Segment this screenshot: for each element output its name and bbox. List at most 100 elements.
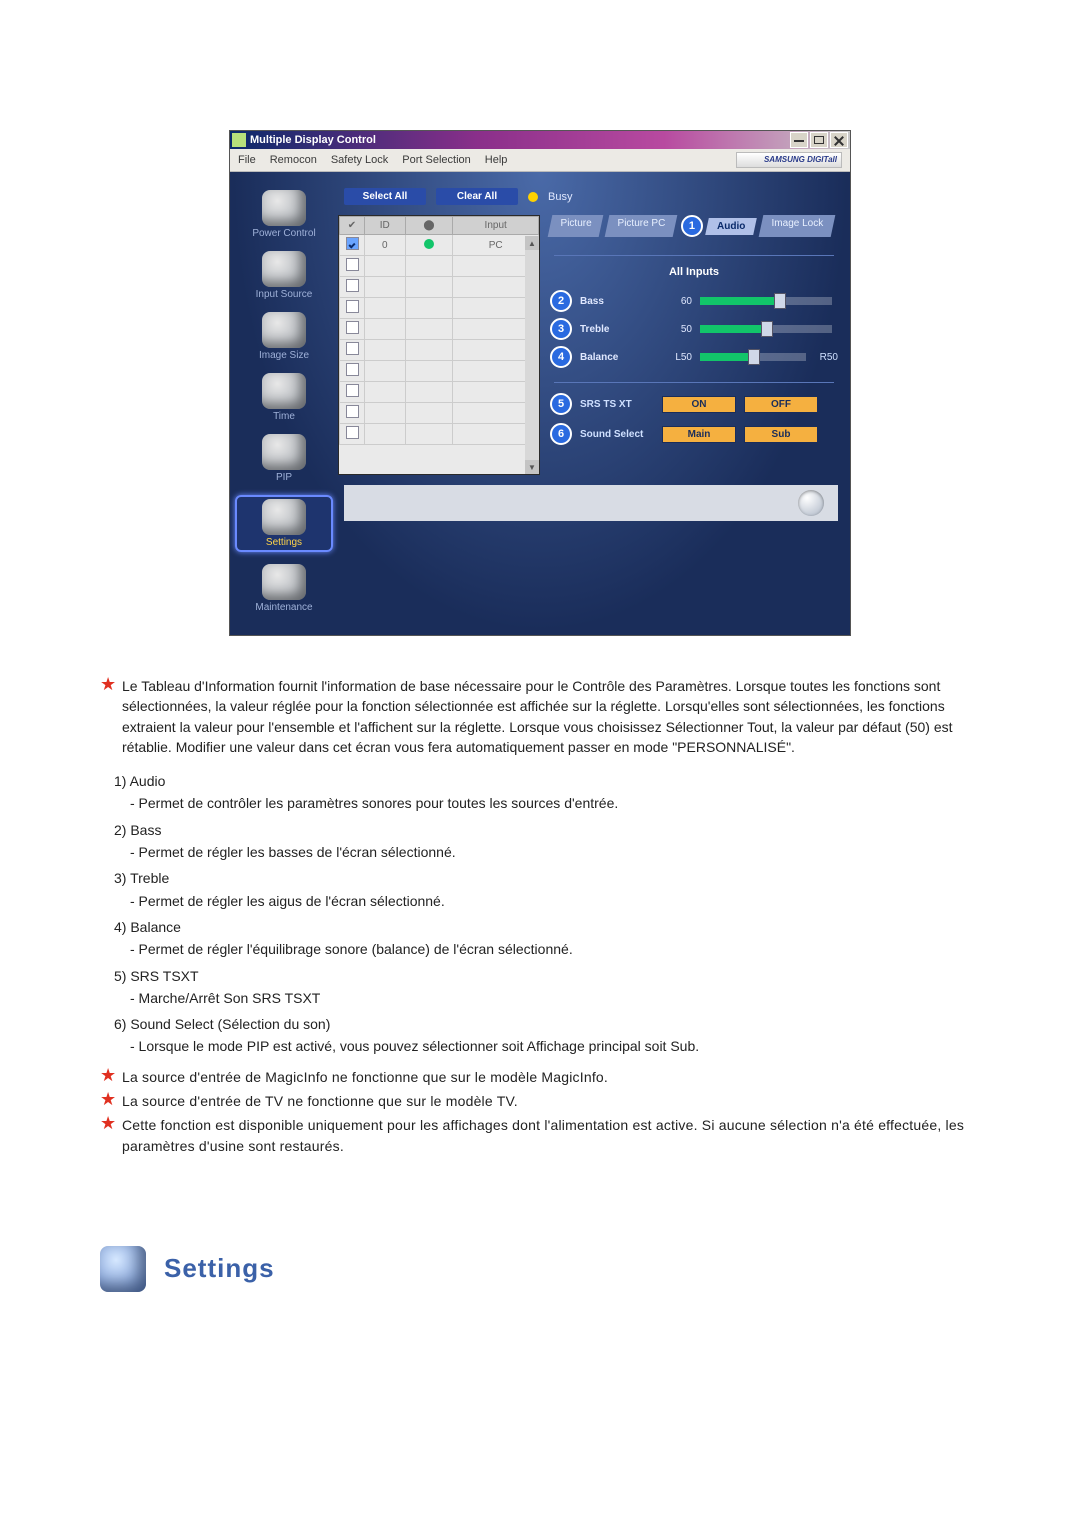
star-icon: ★: [100, 1068, 116, 1082]
row-checkbox[interactable]: [346, 258, 359, 271]
nav-pip[interactable]: PIP: [239, 434, 329, 483]
list-item: 5) SRS TSXT - Marche/Arrêt Son SRS TSXT: [114, 966, 980, 1009]
busy-icon: [528, 192, 538, 202]
menu-file[interactable]: File: [238, 154, 256, 166]
callout-2: 2: [550, 290, 572, 312]
table-row[interactable]: [340, 403, 539, 424]
treble-value: 50: [662, 324, 692, 335]
list-item: 6) Sound Select (Sélection du son) - Lor…: [114, 1014, 980, 1057]
document-body: ★ Le Tableau d'Information fournit l'inf…: [100, 676, 980, 1292]
power-icon: [262, 190, 306, 226]
menu-remocon[interactable]: Remocon: [270, 154, 317, 166]
menu-help[interactable]: Help: [485, 154, 508, 166]
bass-label: Bass: [580, 296, 654, 307]
tab-audio[interactable]: Audio: [705, 218, 757, 235]
table-row[interactable]: 0 PC: [340, 235, 539, 256]
menubar: File Remocon Safety Lock Port Selection …: [230, 149, 850, 172]
row-checkbox[interactable]: [346, 300, 359, 313]
row-checkbox[interactable]: [346, 321, 359, 334]
callout-3: 3: [550, 318, 572, 340]
settings-icon: [262, 499, 306, 535]
settings-panel: Picture Picture PC 1 Audio Image Lock Al…: [550, 215, 838, 473]
col-status: ⬤: [405, 217, 453, 235]
note: ★ La source d'entrée de MagicInfo ne fon…: [100, 1067, 980, 1087]
minimize-button[interactable]: [790, 132, 808, 148]
clear-all-button[interactable]: Clear All: [436, 188, 518, 205]
bass-value: 60: [662, 296, 692, 307]
col-input: Input: [453, 217, 539, 235]
nav-settings[interactable]: Settings: [235, 495, 333, 552]
tab-picture-pc[interactable]: Picture PC: [605, 215, 677, 237]
row-checkbox[interactable]: [346, 279, 359, 292]
callout-5: 5: [550, 393, 572, 415]
star-icon: ★: [100, 1092, 116, 1106]
table-row[interactable]: [340, 319, 539, 340]
nav-power-control[interactable]: Power Control: [239, 190, 329, 239]
sidebar: Power Control Input Source Image Size Ti…: [230, 172, 338, 635]
row-checkbox[interactable]: [346, 237, 359, 250]
display-table: ✔ ID ⬤ Input 0 PC: [338, 215, 540, 475]
time-icon: [262, 373, 306, 409]
srs-on-button[interactable]: ON: [662, 396, 736, 413]
maximize-button[interactable]: [810, 132, 828, 148]
balance-slider[interactable]: [700, 353, 806, 361]
tab-image-lock[interactable]: Image Lock: [759, 215, 835, 237]
table-row[interactable]: [340, 382, 539, 403]
col-id: ID: [365, 217, 406, 235]
sound-sub-button[interactable]: Sub: [744, 426, 818, 443]
bass-slider[interactable]: [700, 297, 832, 305]
slider-thumb[interactable]: [761, 321, 773, 337]
scroll-down-button[interactable]: ▼: [525, 460, 539, 474]
row-checkbox[interactable]: [346, 342, 359, 355]
scroll-up-button[interactable]: ▲: [525, 236, 539, 250]
info-bar: [344, 485, 838, 521]
menu-safety-lock[interactable]: Safety Lock: [331, 154, 388, 166]
star-icon: ★: [100, 1116, 116, 1130]
treble-label: Treble: [580, 324, 654, 335]
star-icon: ★: [100, 677, 116, 691]
menu-port-selection[interactable]: Port Selection: [402, 154, 470, 166]
table-row[interactable]: [340, 424, 539, 445]
list-item: 2) Bass - Permet de régler les basses de…: [114, 820, 980, 863]
treble-slider[interactable]: [700, 325, 832, 333]
select-all-button[interactable]: Select All: [344, 188, 426, 205]
titlebar: Multiple Display Control: [230, 131, 850, 149]
col-check: ✔: [340, 217, 365, 235]
feature-list: 1) Audio - Permet de contrôler les param…: [114, 771, 980, 1057]
list-item: 3) Treble - Permet de régler les aigus d…: [114, 868, 980, 911]
note: ★ La source d'entrée de TV ne fonctionne…: [100, 1091, 980, 1111]
nav-time[interactable]: Time: [239, 373, 329, 422]
table-row[interactable]: [340, 256, 539, 277]
table-scrollbar[interactable]: ▲ ▼: [525, 236, 539, 474]
sound-main-button[interactable]: Main: [662, 426, 736, 443]
top-controls: Select All Clear All Busy: [344, 188, 838, 205]
nav-image-size[interactable]: Image Size: [239, 312, 329, 361]
row-checkbox[interactable]: [346, 405, 359, 418]
input-icon: [262, 251, 306, 287]
table-row[interactable]: [340, 340, 539, 361]
list-item: 1) Audio - Permet de contrôler les param…: [114, 771, 980, 814]
section-heading: Settings: [100, 1246, 980, 1292]
srs-label: SRS TS XT: [580, 399, 654, 410]
settings-heading-icon: [100, 1246, 146, 1292]
window-title: Multiple Display Control: [250, 134, 788, 146]
row-checkbox[interactable]: [346, 384, 359, 397]
app-icon: [232, 133, 246, 147]
srs-off-button[interactable]: OFF: [744, 396, 818, 413]
slider-thumb[interactable]: [774, 293, 786, 309]
table-row[interactable]: [340, 361, 539, 382]
slider-thumb[interactable]: [748, 349, 760, 365]
table-row[interactable]: [340, 277, 539, 298]
tab-picture[interactable]: Picture: [548, 215, 604, 237]
nav-maintenance[interactable]: Maintenance: [239, 564, 329, 613]
row-checkbox[interactable]: [346, 363, 359, 376]
busy-label: Busy: [548, 191, 572, 203]
maintenance-icon: [262, 564, 306, 600]
section-title: All Inputs: [550, 266, 838, 278]
nav-input-source[interactable]: Input Source: [239, 251, 329, 300]
note: ★ Cette fonction est disponible uniqueme…: [100, 1115, 980, 1156]
table-row[interactable]: [340, 298, 539, 319]
close-button[interactable]: [830, 132, 848, 148]
row-status-icon: [405, 235, 453, 256]
row-checkbox[interactable]: [346, 426, 359, 439]
